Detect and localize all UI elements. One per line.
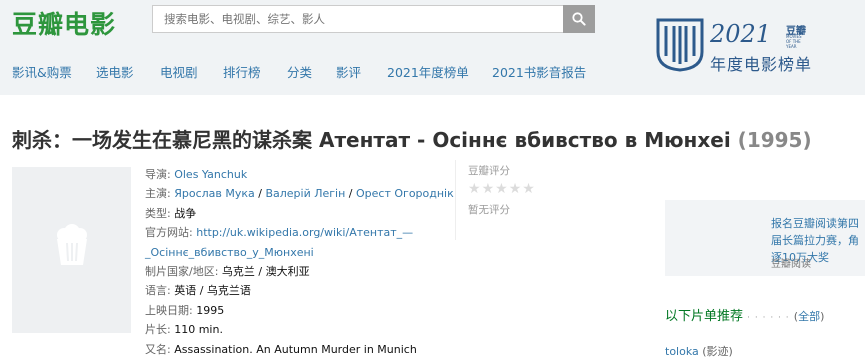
- language-value: 英语 / 乌克兰语: [174, 284, 251, 298]
- director-row: 导演: Oles Yanchuk: [145, 165, 445, 184]
- rating-box: 豆瓣评分 ★ ★ ★ ★ ★ 暂无评分: [455, 160, 555, 240]
- nav-item-explore[interactable]: 选电影: [96, 62, 134, 81]
- genre-label: 类型:: [145, 206, 171, 220]
- genre-row: 类型: 战争: [145, 204, 445, 223]
- star-icon: ★: [522, 181, 535, 197]
- cast-row: 主演: Ярослав Мука / Валерій Легін / Орест…: [145, 184, 454, 203]
- website-row-continued: _Осіннє_вбивство_у_Мюнхені: [145, 243, 445, 262]
- nav-item-tickets[interactable]: 影讯&购票: [12, 62, 72, 81]
- country-label: 制片国家/地区:: [145, 265, 219, 279]
- website-label: 官方网站:: [145, 226, 193, 240]
- search-input[interactable]: [152, 5, 564, 33]
- poster-placeholder[interactable]: [12, 167, 131, 333]
- rating-label: 豆瓣评分: [468, 165, 510, 177]
- banner-subtitle: MOVIES OF THE YEAR: [786, 34, 802, 49]
- banner-title: 年度电影榜单: [710, 55, 813, 74]
- director-link[interactable]: Oles Yanchuk: [174, 168, 247, 181]
- nav-item-tags[interactable]: 分类: [287, 62, 312, 81]
- nav-item-chart[interactable]: 排行榜: [223, 62, 261, 81]
- douban-movie-logo[interactable]: 豆瓣电影: [12, 5, 116, 41]
- recommend-list-item: toloka (影迹): [665, 343, 733, 359]
- website-link-continued[interactable]: _Осіннє_вбивство_у_Мюнхені: [145, 246, 314, 259]
- release-row: 上映日期: 1995: [145, 301, 445, 320]
- nav-item-annual-list[interactable]: 2021年度榜单: [387, 62, 469, 81]
- runtime-row: 片长: 110 min.: [145, 320, 445, 339]
- nav-item-tv[interactable]: 电视剧: [160, 62, 198, 81]
- cast-separator: /: [345, 187, 357, 201]
- cast-link[interactable]: Орест Огороднік: [356, 187, 454, 200]
- no-rating-text: 暂无评分: [468, 204, 510, 216]
- language-row: 语言: 英语 / 乌克兰语: [145, 281, 445, 300]
- nav-item-annual-report[interactable]: 2021书影音报告: [492, 62, 586, 81]
- runtime-value: 110 min.: [174, 323, 223, 337]
- website-link[interactable]: http://uk.wikipedia.org/wiki/Атентат_—: [196, 226, 413, 239]
- star-icon: ★: [508, 181, 522, 197]
- star-icon: ★: [468, 181, 481, 197]
- aka-row: 又名: Assassination. An Autumn Murder in M…: [145, 340, 445, 359]
- annual-list-banner[interactable]: 2021 豆瓣 MOVIES OF THE YEAR 年度电影榜单: [654, 14, 864, 74]
- cast-link[interactable]: Валерій Легін: [265, 187, 345, 200]
- ad-source: 豆瓣阅读: [771, 259, 811, 270]
- movie-info: 导演: Oles Yanchuk 主演: Ярослав Мука / Вале…: [145, 165, 454, 359]
- search-bar: [152, 5, 595, 33]
- cast-separator: /: [254, 187, 266, 201]
- runtime-label: 片长:: [145, 323, 171, 337]
- country-value: 乌克兰 / 澳大利亚: [221, 265, 310, 279]
- search-button[interactable]: [563, 5, 595, 33]
- site-header: 豆瓣电影 影讯&购票 选电影 电视剧 排行榜 分类 影评 2021年度榜单 20…: [0, 0, 865, 95]
- movie-year: (1995): [737, 128, 812, 152]
- website-row: 官方网站: http://uk.wikipedia.org/wiki/Атент…: [145, 223, 445, 242]
- search-icon: [572, 12, 586, 26]
- recommend-item-meta: (影迹): [702, 345, 733, 358]
- release-value: 1995: [196, 303, 225, 317]
- recommend-item-link[interactable]: toloka: [665, 345, 699, 358]
- release-label: 上映日期:: [145, 303, 193, 317]
- banner-year: 2021: [710, 20, 772, 48]
- all-close-paren: ): [820, 310, 825, 323]
- cast-link[interactable]: Ярослав Мука: [174, 187, 255, 200]
- recommend-heading: 以下片单推荐 · · · · · · (全部): [665, 305, 824, 324]
- popcorn-placeholder-icon: [57, 224, 87, 265]
- aka-value: Assassination. An Autumn Murder in Munic…: [174, 342, 417, 356]
- country-row: 制片国家/地区: 乌克兰 / 澳大利亚: [145, 262, 445, 281]
- genre-value: 战争: [174, 206, 197, 220]
- cast-label: 主演:: [145, 187, 171, 201]
- page-title: 刺杀：一场发生在慕尼黑的谋杀案 Атентат - Осіннє вбивств…: [12, 124, 812, 153]
- aka-label: 又名:: [145, 342, 171, 356]
- language-label: 语言:: [145, 284, 171, 298]
- annual-list-emblem-icon: [656, 18, 704, 72]
- recommend-dots: · · · · · ·: [747, 313, 790, 323]
- star-icon: ★: [495, 181, 508, 197]
- recommend-all-link[interactable]: 全部: [798, 310, 820, 323]
- nav-item-reviews[interactable]: 影评: [336, 62, 361, 81]
- star-icon: ★: [481, 181, 495, 197]
- movie-title: 刺杀：一场发生在慕尼黑的谋杀案 Атентат - Осіннє вбивств…: [12, 128, 731, 152]
- ad-banner[interactable]: 报名豆瓣阅读第四届长篇拉力赛，角逐10万大奖 豆瓣阅读: [665, 200, 865, 276]
- director-label: 导演:: [145, 168, 171, 181]
- rating-stars: ★ ★ ★ ★ ★: [468, 182, 535, 196]
- recommend-title: 以下片单推荐: [665, 309, 744, 324]
